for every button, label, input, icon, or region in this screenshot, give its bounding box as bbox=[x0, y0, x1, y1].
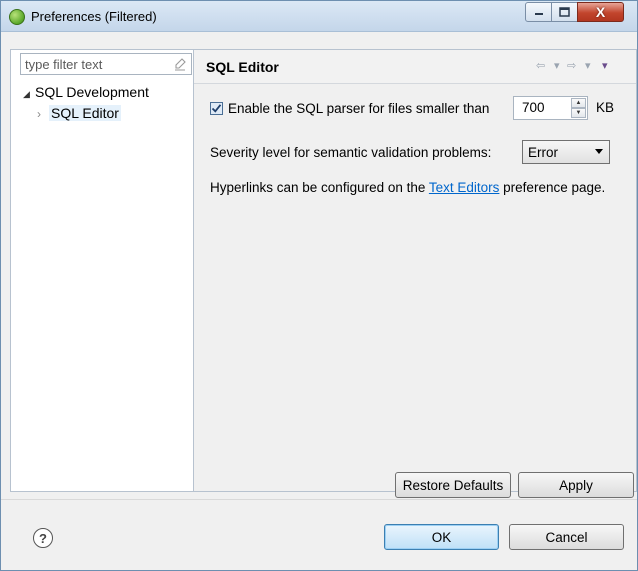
sql-parser-option[interactable]: Enable the SQL parser for files smaller … bbox=[210, 96, 489, 120]
tree-item-sql-development[interactable]: ◢ SQL Development bbox=[23, 84, 149, 100]
restore-defaults-button[interactable]: Restore Defaults bbox=[395, 472, 511, 498]
severity-label: Severity level for semantic validation p… bbox=[210, 145, 492, 160]
preference-tree-pane: ◢SQL Development › SQL Editor bbox=[10, 49, 193, 492]
title-bar[interactable]: Preferences (Filtered) X bbox=[1, 1, 637, 32]
forward-history-dropdown[interactable]: ▾ bbox=[585, 59, 591, 72]
tree-expanded-icon[interactable]: ◢ bbox=[23, 89, 35, 100]
page-title: SQL Editor bbox=[206, 59, 279, 75]
chevron-down-icon bbox=[595, 149, 603, 154]
text-editors-link[interactable]: Text Editors bbox=[429, 180, 500, 195]
maximize-icon bbox=[559, 7, 570, 17]
preference-page-pane: SQL Editor ⇦ ▾ ⇨ ▾ ▾ Enable the SQL pars… bbox=[193, 49, 637, 498]
tree-item-label: SQL Editor bbox=[49, 105, 121, 121]
back-history-dropdown[interactable]: ▾ bbox=[554, 59, 560, 72]
tree-item-label: SQL Development bbox=[35, 84, 149, 100]
filter-input[interactable] bbox=[25, 56, 165, 72]
minimize-icon bbox=[534, 13, 543, 15]
app-logo-icon bbox=[9, 9, 25, 25]
severity-select[interactable]: Error bbox=[522, 140, 610, 164]
apply-button[interactable]: Apply bbox=[518, 472, 634, 498]
minimize-button[interactable] bbox=[525, 2, 552, 22]
footer-divider bbox=[1, 499, 637, 500]
spin-down-button[interactable]: ▼ bbox=[571, 108, 586, 118]
back-arrow-icon[interactable]: ⇦ bbox=[536, 59, 545, 72]
parser-size-spinner[interactable]: 700 ▲ ▼ bbox=[513, 96, 588, 120]
help-icon[interactable]: ? bbox=[33, 528, 53, 548]
spin-up-button[interactable]: ▲ bbox=[571, 98, 586, 108]
forward-arrow-icon[interactable]: ⇨ bbox=[567, 59, 576, 72]
ok-button[interactable]: OK bbox=[384, 524, 499, 550]
checkbox-checked-icon bbox=[211, 103, 222, 113]
hyperlinks-prefix: Hyperlinks can be configured on the bbox=[210, 180, 429, 195]
hyperlinks-suffix: preference page. bbox=[499, 180, 606, 195]
hyperlinks-note: Hyperlinks can be configured on the Text… bbox=[210, 178, 620, 197]
close-icon: X bbox=[595, 4, 606, 20]
view-menu-icon[interactable]: ▾ bbox=[602, 59, 608, 72]
tree-item-sql-editor[interactable]: › SQL Editor bbox=[37, 105, 121, 121]
clear-filter-icon[interactable] bbox=[173, 57, 187, 71]
parser-size-value[interactable]: 700 bbox=[522, 100, 545, 115]
filter-box[interactable] bbox=[20, 53, 192, 75]
page-header: SQL Editor ⇦ ▾ ⇨ ▾ ▾ bbox=[194, 50, 636, 84]
tree-collapsed-icon: › bbox=[37, 107, 41, 121]
window-title: Preferences (Filtered) bbox=[31, 9, 157, 24]
severity-value: Error bbox=[528, 145, 558, 160]
sql-parser-checkbox[interactable] bbox=[210, 101, 223, 115]
maximize-button[interactable] bbox=[551, 2, 578, 22]
close-button[interactable]: X bbox=[577, 2, 624, 22]
sql-parser-label: Enable the SQL parser for files smaller … bbox=[228, 100, 490, 116]
preferences-window: Preferences (Filtered) X ◢SQL Developmen… bbox=[0, 0, 638, 571]
spin-buttons: ▲ ▼ bbox=[571, 98, 586, 118]
size-unit-label: KB bbox=[596, 100, 615, 115]
cancel-button[interactable]: Cancel bbox=[509, 524, 624, 550]
